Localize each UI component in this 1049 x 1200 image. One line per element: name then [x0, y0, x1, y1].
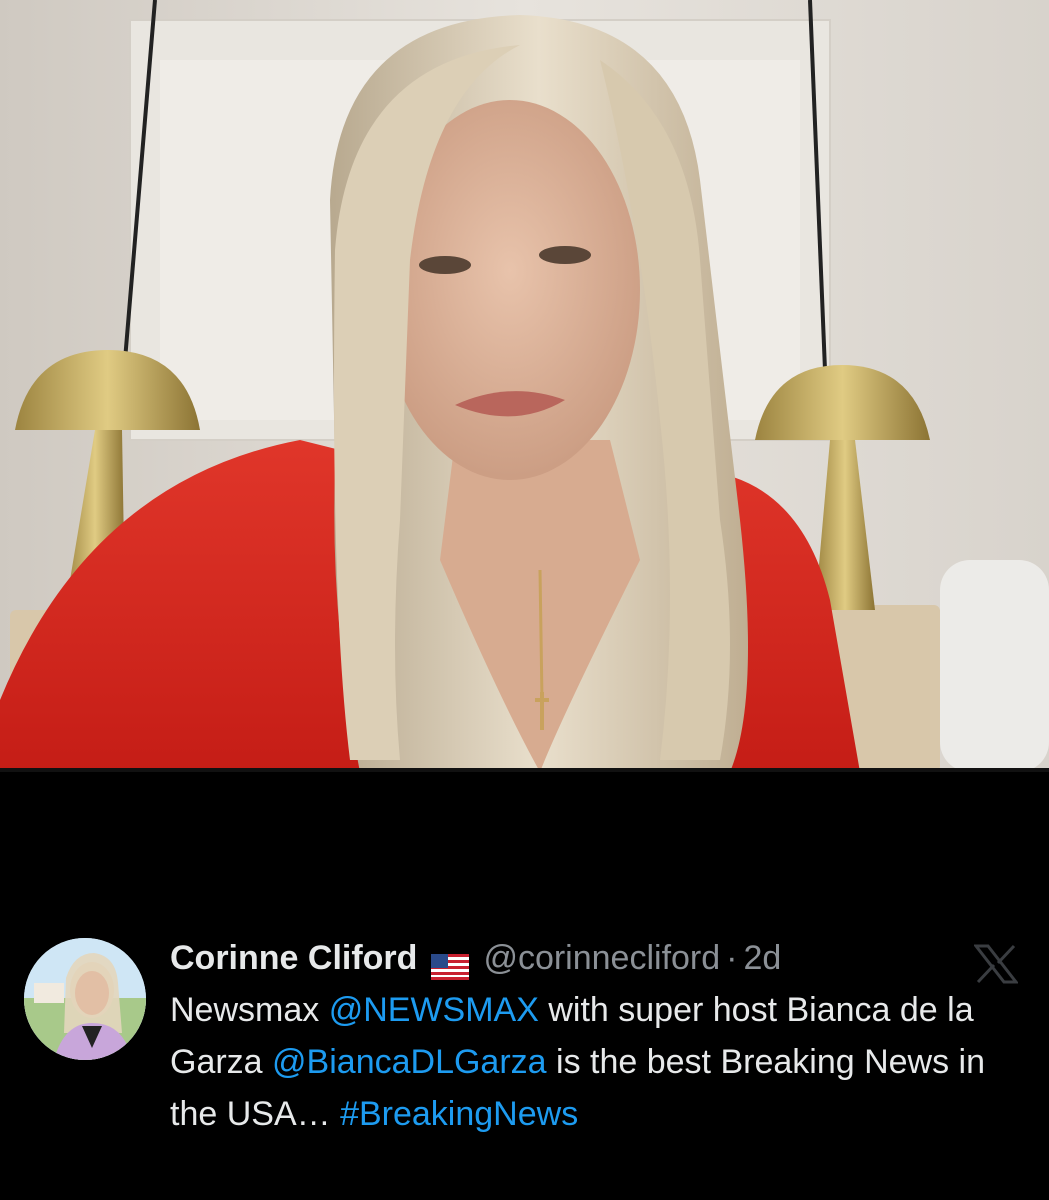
avatar-image — [24, 938, 146, 1060]
tweet-text-segment: Newsmax — [170, 991, 329, 1029]
tweet-card[interactable]: Corinne Cliford @corinnecliford · 2d New… — [0, 772, 1049, 1200]
tweet-body: Corinne Cliford @corinnecliford · 2d New… — [170, 934, 985, 1140]
mention-link[interactable]: @NEWSMAX — [329, 991, 539, 1029]
tweet-timestamp[interactable]: 2d — [744, 934, 782, 982]
x-logo-icon — [972, 944, 1020, 984]
tweet-header: Corinne Cliford @corinnecliford · 2d — [170, 934, 970, 982]
photo-illustration — [0, 0, 1049, 772]
hashtag-link[interactable]: #BreakingNews — [340, 1095, 578, 1133]
separator-dot: · — [726, 939, 738, 977]
us-flag-icon — [431, 945, 470, 980]
author-name[interactable]: Corinne Cliford — [170, 934, 417, 982]
author-handle[interactable]: @corinnecliford — [483, 934, 720, 982]
author-avatar[interactable] — [24, 938, 146, 1060]
tweet-media-image[interactable] — [0, 0, 1049, 772]
mention-link[interactable]: @BiancaDLGarza — [272, 1043, 547, 1081]
tweet-text: Newsmax @NEWSMAX with super host Bianca … — [170, 984, 1000, 1140]
